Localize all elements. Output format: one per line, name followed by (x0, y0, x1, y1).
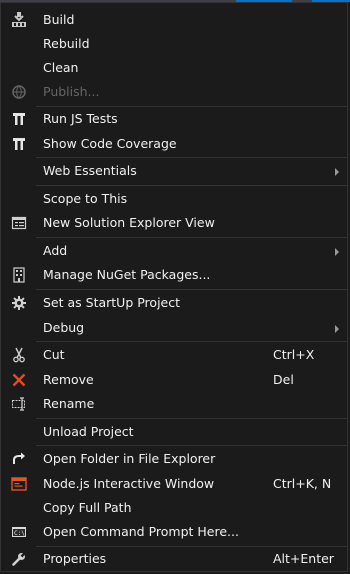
menu-item-remove[interactable]: Remove Del (1, 369, 347, 391)
menu-separator (36, 418, 347, 419)
menu-item-properties[interactable]: Properties Alt+Enter (1, 548, 347, 570)
gear-icon (10, 295, 28, 311)
nuget-icon (10, 267, 28, 283)
menu-item-label: Cut (43, 347, 65, 362)
menu-item-label: Add (43, 243, 68, 258)
menu-item-label: Clean (43, 60, 79, 75)
menu-item-label: Properties (43, 551, 107, 566)
menu-item-label: Set as StartUp Project (43, 295, 181, 310)
menu-item-debug[interactable]: Debug (1, 317, 347, 339)
menu-item-cut[interactable]: Cut Ctrl+X (1, 344, 347, 366)
menu-item-open-folder-in-file-explorer[interactable]: Open Folder in File Explorer (1, 448, 347, 470)
menu-item-clean[interactable]: Clean (1, 57, 347, 79)
open-folder-arrow-icon (10, 451, 28, 467)
menu-item-run-js-tests[interactable]: Run JS Tests (1, 108, 347, 130)
menu-separator (36, 157, 347, 158)
menu-item-label: Open Folder in File Explorer (43, 451, 216, 466)
menu-item-publish[interactable]: Publish... (1, 81, 347, 103)
menu-separator (36, 237, 347, 238)
menu-item-label: Rebuild (43, 36, 90, 51)
menu-item-label: Copy Full Path (43, 500, 132, 515)
menu-item-label: Run JS Tests (43, 111, 118, 126)
chutzpah-icon (10, 136, 28, 152)
menu-item-manage-nuget-packages[interactable]: Manage NuGet Packages... (1, 264, 347, 286)
shortcut-label: Alt+Enter (273, 551, 334, 566)
menu-item-scope-to-this[interactable]: Scope to This (1, 188, 347, 210)
menu-item-web-essentials[interactable]: Web Essentials (1, 160, 347, 182)
menu-item-add[interactable]: Add (1, 240, 347, 262)
menu-item-copy-full-path[interactable]: Copy Full Path (1, 497, 347, 519)
menu-separator (36, 341, 347, 342)
build-icon (10, 12, 28, 28)
svg-text:C:\: C:\ (14, 530, 25, 537)
menu-item-label: Show Code Coverage (43, 136, 177, 151)
menu-item-rebuild[interactable]: Rebuild (1, 33, 347, 55)
menu-item-show-code-coverage[interactable]: Show Code Coverage (1, 133, 347, 155)
menu-item-nodejs-interactive-window[interactable]: Node.js Interactive Window Ctrl+K, N (1, 473, 347, 495)
chutzpah-icon (10, 111, 28, 127)
menu-item-rename[interactable]: Rename (1, 393, 347, 415)
menu-item-label: Node.js Interactive Window (43, 476, 215, 491)
menu-item-label: Scope to This (43, 191, 128, 206)
menu-item-open-command-prompt-here[interactable]: C:\ Open Command Prompt Here... (1, 521, 347, 543)
menu-item-set-as-startup-project[interactable]: Set as StartUp Project (1, 292, 347, 314)
shortcut-label: Ctrl+K, N (273, 476, 332, 491)
menu-item-label: Build (43, 12, 75, 27)
submenu-arrow-icon (335, 248, 339, 256)
command-prompt-icon: C:\ (10, 524, 28, 540)
rename-icon (10, 396, 28, 412)
menu-separator (36, 185, 347, 186)
menu-item-label: Remove (43, 372, 94, 387)
context-menu: Build Rebuild Clean Publish... Run JS Te… (0, 2, 348, 572)
menu-item-build[interactable]: Build (1, 9, 347, 31)
menu-separator (36, 289, 347, 290)
menu-separator (36, 445, 347, 446)
menu-item-label: Debug (43, 320, 85, 335)
submenu-arrow-icon (335, 325, 339, 333)
menu-item-label: Manage NuGet Packages... (43, 267, 211, 282)
terminal-window-icon (10, 476, 28, 492)
menu-separator (36, 106, 347, 107)
menu-item-unload-project[interactable]: Unload Project (1, 421, 347, 443)
menu-item-label: Publish... (43, 84, 100, 99)
scissors-icon (10, 347, 28, 363)
solution-explorer-icon (10, 215, 28, 231)
menu-item-new-solution-explorer-view[interactable]: New Solution Explorer View (1, 212, 347, 234)
menu-item-label: Web Essentials (43, 163, 137, 178)
menu-item-label: Rename (43, 396, 95, 411)
remove-x-icon (10, 372, 28, 388)
shortcut-label: Ctrl+X (273, 347, 315, 362)
menu-item-label: Unload Project (43, 424, 134, 439)
menu-separator (36, 546, 347, 547)
menu-item-label: Open Command Prompt Here... (43, 524, 239, 539)
shortcut-label: Del (273, 372, 294, 387)
wrench-icon (10, 551, 28, 567)
publish-globe-icon (10, 84, 28, 100)
submenu-arrow-icon (335, 168, 339, 176)
menu-item-label: New Solution Explorer View (43, 215, 215, 230)
